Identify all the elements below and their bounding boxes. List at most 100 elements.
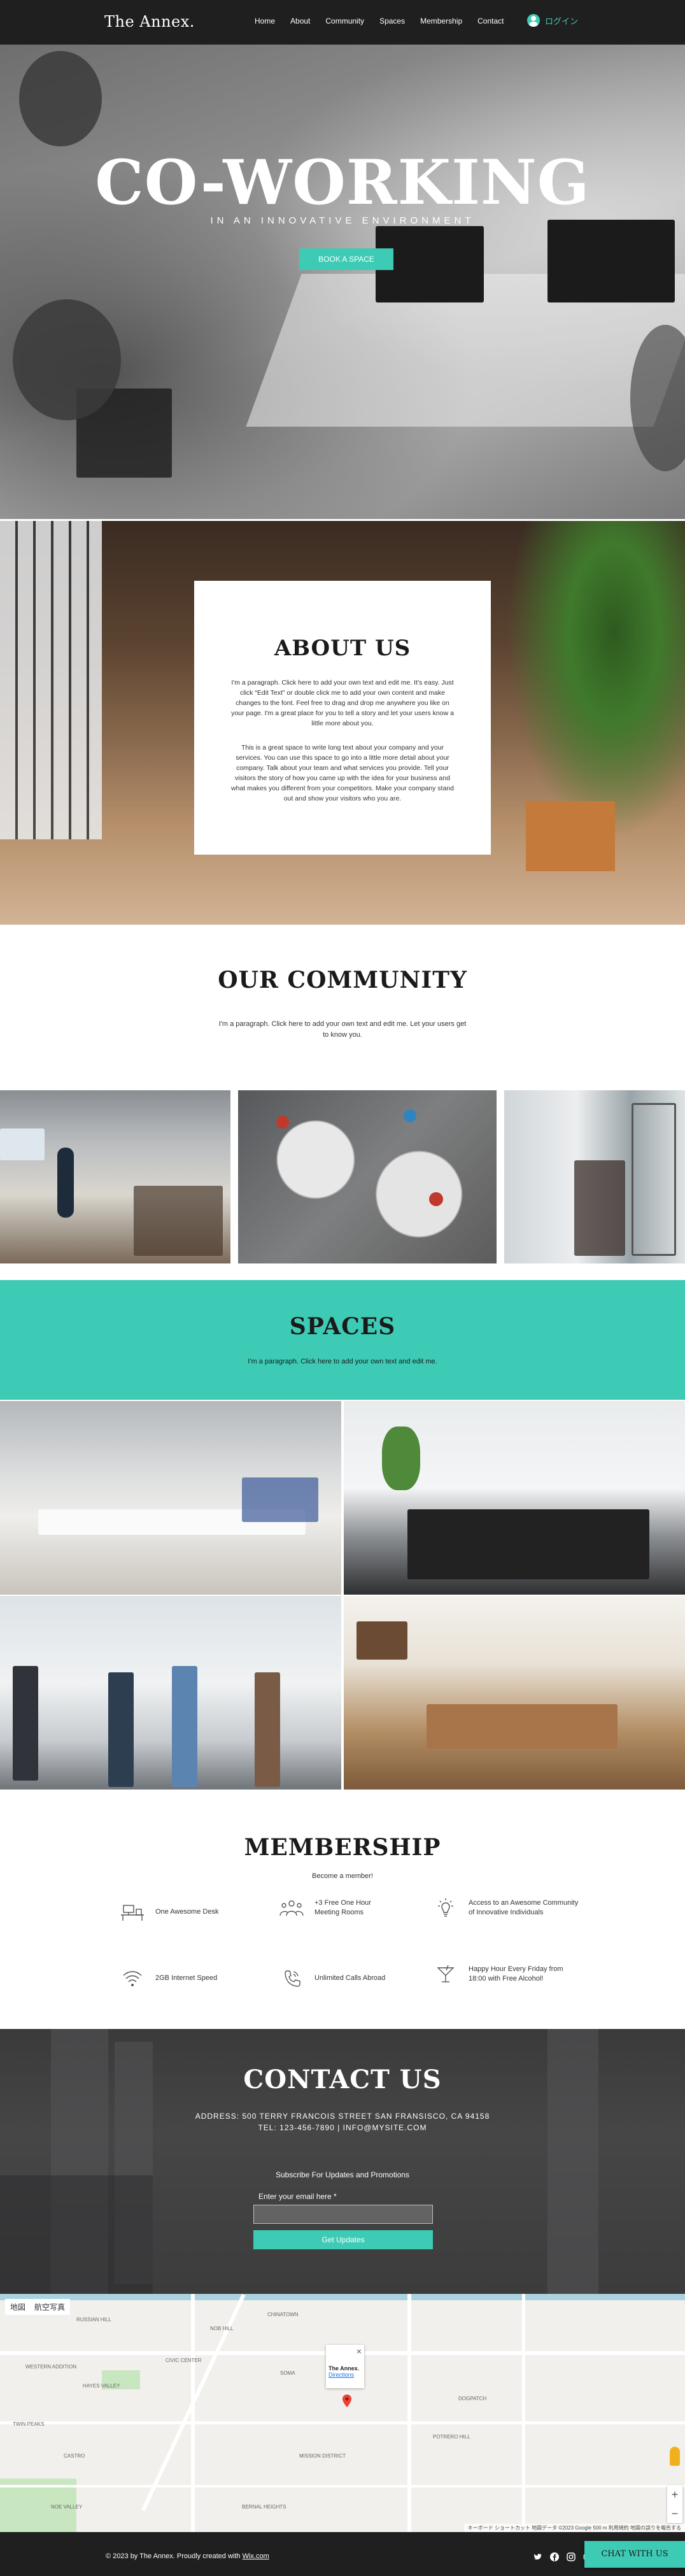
get-updates-button[interactable]: Get Updates: [253, 2230, 433, 2249]
zoom-out-icon[interactable]: −: [667, 2504, 682, 2523]
copyright: © 2023 by The Annex. Proudly created wit…: [106, 2552, 269, 2560]
desk-icon: [120, 1902, 145, 1922]
main-nav: Home About Community Spaces Membership C…: [255, 17, 519, 25]
map-label: POTRERO HILL: [433, 2434, 470, 2440]
about-title: ABOUT US: [274, 636, 411, 661]
map-zoom-control[interactable]: + −: [667, 2485, 682, 2523]
spaces-photo-networking: [0, 1596, 341, 1790]
contact-title: CONTACT US: [243, 2065, 442, 2095]
map-label: HAYES VALLEY: [83, 2383, 120, 2389]
contact-address: ADDRESS: 500 TERRY FRANCOIS STREET SAN F…: [195, 2112, 490, 2121]
spaces-section: SPACES I'm a paragraph. Click here to ad…: [0, 1280, 685, 1400]
map-label: DOGPATCH: [458, 2396, 487, 2402]
perk-happy-hour-text: Happy Hour Every Friday from 18:00 with …: [469, 1965, 563, 1982]
zoom-in-icon[interactable]: +: [667, 2485, 682, 2504]
social-links: [533, 2552, 592, 2561]
spaces-title: SPACES: [289, 1313, 396, 1340]
facebook-icon[interactable]: [550, 2552, 559, 2561]
chat-with-us-button[interactable]: CHAT WITH US: [584, 2541, 685, 2568]
perk-desk: One Awesome Desk: [120, 1902, 247, 1922]
spaces-text: I'm a paragraph. Click here to add your …: [248, 1358, 437, 1365]
community-title: OUR COMMUNITY: [218, 967, 467, 993]
contact-phone-email: TEL: 123-456-7890 | INFO@MYSITE.COM: [258, 2123, 427, 2132]
map-label: RUSSIAN HILL: [76, 2317, 111, 2323]
map-label: NOE VALLEY: [51, 2504, 83, 2510]
perk-community-text: Access to an Awesome Community of Innova…: [469, 1899, 579, 1916]
nav-spaces[interactable]: Spaces: [379, 17, 405, 25]
map-tab-satellite[interactable]: 航空写真: [34, 2302, 65, 2312]
street-view-pegman-icon[interactable]: [670, 2447, 680, 2466]
about-section: ABOUT US I'm a paragraph. Click here to …: [0, 521, 685, 925]
site-logo[interactable]: The Annex.: [104, 13, 195, 31]
login-button[interactable]: ログイン: [527, 14, 578, 27]
phone-icon: [279, 1968, 304, 1988]
map-label: WESTERN ADDITION: [25, 2364, 77, 2370]
community-photo-presentation: [0, 1090, 230, 1263]
about-paragraph-1: I'm a paragraph. Click here to add your …: [231, 679, 454, 727]
lightbulb-icon: [433, 1898, 458, 1918]
nav-membership[interactable]: Membership: [420, 17, 462, 25]
map-label: CIVIC CENTER: [166, 2358, 202, 2363]
map-popup-title: The Annex.: [328, 2365, 360, 2372]
site-footer: © 2023 by The Annex. Proudly created wit…: [0, 2532, 685, 2576]
perk-meeting-rooms-text: +3 Free One Hour Meeting Rooms: [314, 1899, 371, 1916]
close-icon[interactable]: ×: [357, 2346, 362, 2356]
wix-link[interactable]: Wix.com: [243, 2552, 269, 2560]
about-window-image: [0, 521, 102, 839]
about-planter-image: [526, 801, 615, 871]
spaces-photo-meeting: [344, 1401, 685, 1595]
spaces-photo-open-office: [0, 1401, 341, 1595]
map-label: MISSION DISTRICT: [299, 2453, 346, 2459]
email-label: Enter your email here *: [258, 2192, 337, 2201]
user-avatar-icon: [527, 14, 540, 27]
map-directions-link[interactable]: Directions: [328, 2372, 362, 2378]
map-section[interactable]: 地図 航空写真 RUSSIAN HILL NOB HILL CHINATOWN …: [0, 2294, 685, 2532]
perk-meeting-rooms: +3 Free One Hour Meeting Rooms: [279, 1898, 406, 1918]
login-label: ログイン: [545, 16, 579, 26]
nav-about[interactable]: About: [290, 17, 310, 25]
nav-community[interactable]: Community: [325, 17, 364, 25]
email-input[interactable]: [253, 2205, 433, 2224]
nav-contact[interactable]: Contact: [477, 17, 504, 25]
hero-monitor-image: [547, 220, 675, 302]
map-tab-map[interactable]: 地図: [10, 2302, 25, 2312]
map-pin-icon[interactable]: [342, 2395, 351, 2407]
subscribe-heading: Subscribe For Updates and Promotions: [275, 2170, 410, 2179]
spaces-photo-boardroom: [344, 1596, 685, 1790]
map-label: TWIN PEAKS: [13, 2421, 45, 2427]
meeting-people-icon: [279, 1898, 304, 1918]
perk-desk-text: One Awesome Desk: [155, 1907, 219, 1916]
community-text: I'm a paragraph. Click here to add your …: [218, 1020, 467, 1039]
perk-calls-text: Unlimited Calls Abroad: [314, 1974, 386, 1982]
map-label: NOB HILL: [210, 2326, 234, 2331]
hero-person-image: [13, 299, 121, 420]
perk-happy-hour: Happy Hour Every Friday from 18:00 with …: [433, 1964, 586, 1984]
contact-section: CONTACT US ADDRESS: 500 TERRY FRANCOIS S…: [0, 2029, 685, 2294]
map-type-tabs: 地図 航空写真: [5, 2299, 71, 2315]
hero-section: CO-WORKING IN AN INNOVATIVE ENVIRONMENT …: [0, 45, 685, 519]
nav-home[interactable]: Home: [255, 17, 275, 25]
community-photo-phone-booth: [504, 1090, 685, 1263]
map-label: CASTRO: [64, 2453, 85, 2459]
perk-calls: Unlimited Calls Abroad: [279, 1968, 406, 1988]
perk-community: Access to an Awesome Community of Innova…: [433, 1898, 586, 1918]
perk-internet-text: 2GB Internet Speed: [155, 1974, 218, 1982]
instagram-icon[interactable]: [567, 2552, 576, 2561]
map-label: SOMA: [280, 2370, 295, 2376]
site-header: The Annex. Home About Community Spaces M…: [0, 0, 685, 45]
cocktail-icon: [433, 1964, 458, 1984]
wifi-icon: [120, 1968, 145, 1988]
map-attribution: キーボード ショートカット 地図データ ©2023 Google 500 m 利…: [463, 2524, 685, 2532]
copyright-text: © 2023 by The Annex. Proudly created wit…: [106, 2552, 241, 2560]
about-card: ABOUT US I'm a paragraph. Click here to …: [194, 581, 491, 855]
hero-person-image: [19, 51, 102, 146]
map-info-popup: × The Annex. Directions: [326, 2345, 364, 2388]
map-label: CHINATOWN: [267, 2312, 299, 2317]
hero-subtitle: IN AN INNOVATIVE ENVIRONMENT: [210, 215, 475, 226]
about-plant-image: [507, 521, 685, 839]
about-paragraph-2: This is a great space to write long text…: [231, 744, 454, 802]
book-space-button[interactable]: BOOK A SPACE: [299, 248, 393, 270]
twitter-icon[interactable]: [533, 2552, 542, 2561]
perk-internet: 2GB Internet Speed: [120, 1968, 247, 1988]
membership-title: MEMBERSHIP: [244, 1834, 441, 1861]
